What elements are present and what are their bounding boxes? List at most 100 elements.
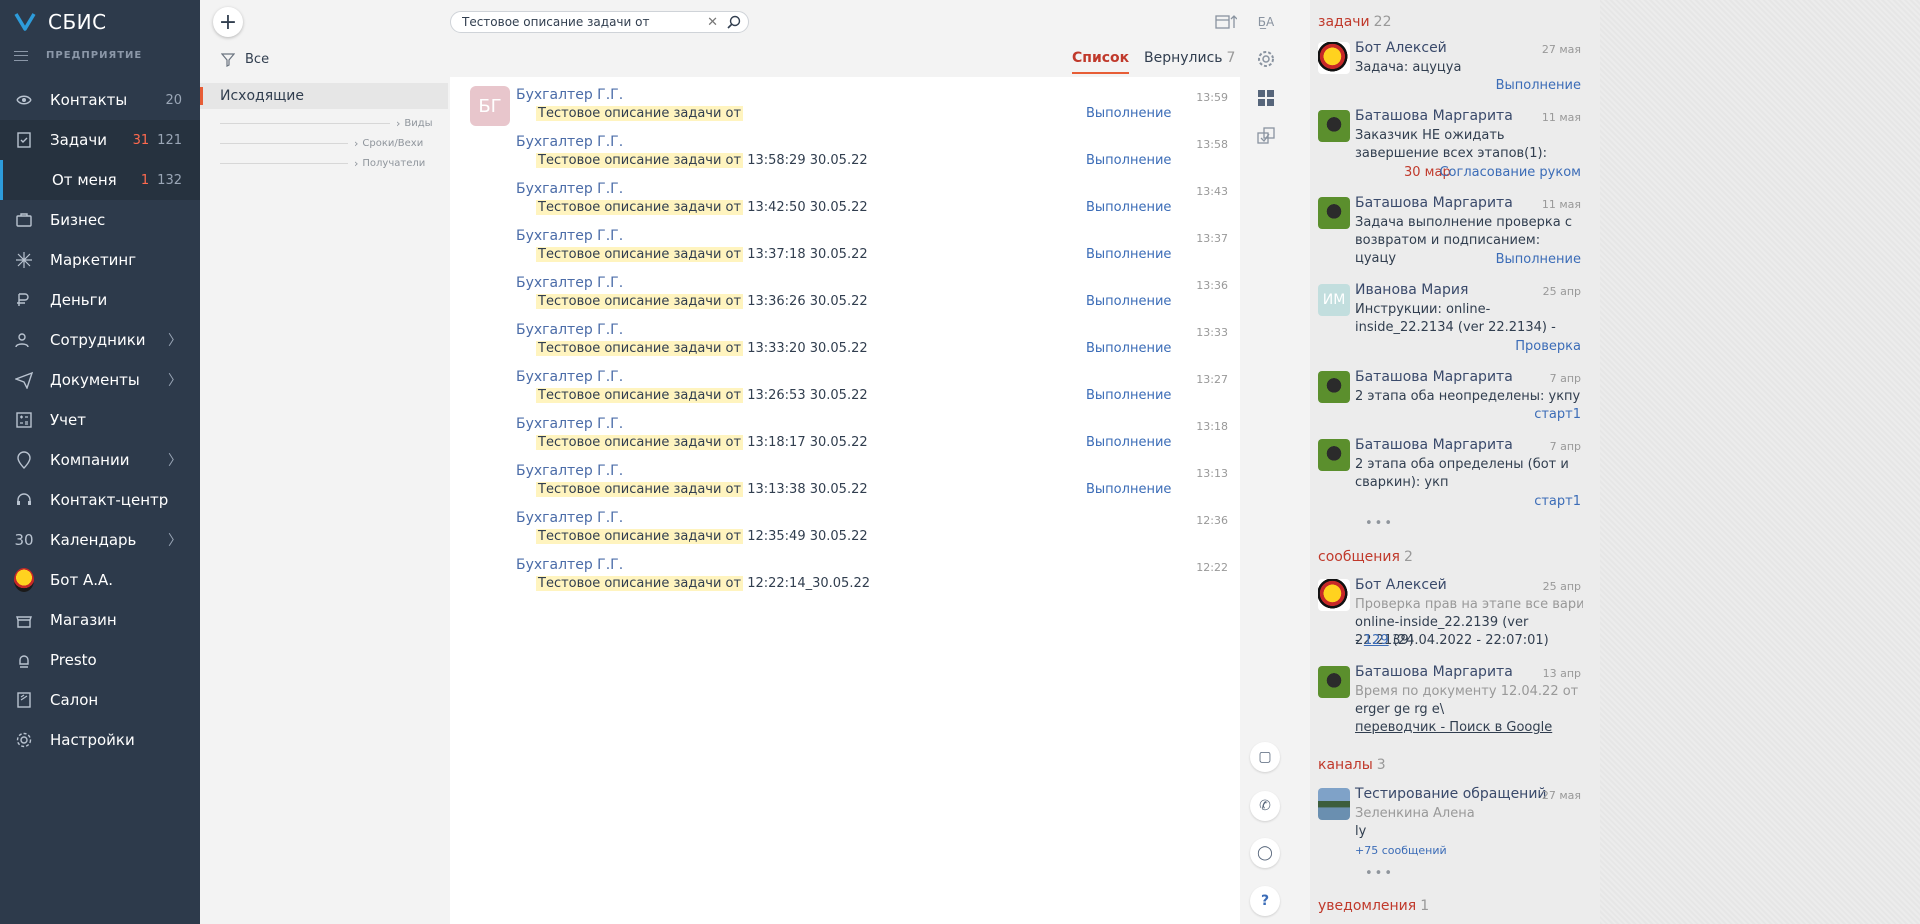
chevron-right-icon[interactable]: 〉 xyxy=(168,370,182,390)
nav-item-documents[interactable]: Документы 〉 xyxy=(0,360,200,400)
item-status[interactable]: Выполнение xyxy=(1496,252,1581,267)
section-messages-header[interactable]: сообщения 2 xyxy=(1318,549,1413,565)
tree-item-recipients[interactable]: › Получатели xyxy=(220,154,425,172)
task-author[interactable]: Бухгалтер Г.Г. xyxy=(516,369,623,385)
nav-item-accounting[interactable]: Учет xyxy=(0,400,200,440)
item-status[interactable]: Проверка xyxy=(1515,339,1581,354)
phone-button[interactable]: ✆ xyxy=(1250,791,1280,821)
nav-item-shop[interactable]: Магазин xyxy=(0,600,200,640)
chevron-right-icon[interactable]: 〉 xyxy=(168,330,182,350)
message-link[interactable]: 129 xyxy=(1364,633,1389,648)
task-row[interactable]: Бухгалтер Г.Г. Тестовое описание задачи о… xyxy=(450,265,1240,312)
linked-tasks-icon[interactable] xyxy=(1254,124,1278,148)
nav-label: Настройки xyxy=(50,731,135,749)
nav-item-presto[interactable]: Presto xyxy=(0,640,200,680)
nav-item-companies[interactable]: Компании 〉 xyxy=(0,440,200,480)
tree-item-deadlines[interactable]: › Сроки/Вехи xyxy=(220,134,423,152)
task-row[interactable]: Бухгалтер Г.Г. Тестовое описание задачи о… xyxy=(450,171,1240,218)
task-status[interactable]: Выполнение xyxy=(1086,435,1171,450)
tiles-icon[interactable] xyxy=(1254,86,1278,110)
nav-item-salon[interactable]: Салон xyxy=(0,680,200,720)
nav-item-bot[interactable]: Бот А.А. xyxy=(0,560,200,600)
menu-icon[interactable] xyxy=(14,50,28,61)
tab-list[interactable]: Список xyxy=(1072,50,1130,74)
search-icon[interactable] xyxy=(727,15,741,29)
task-description: Тестовое описание задачи от xyxy=(536,106,744,121)
chevron-right-icon[interactable]: 〉 xyxy=(168,450,182,470)
add-task-button[interactable]: + xyxy=(213,7,243,37)
task-row[interactable]: Бухгалтер Г.Г. Тестовое описание задачи о… xyxy=(450,453,1240,500)
task-description: Тестовое описание задачи от 13:26:53 30.… xyxy=(536,388,868,403)
more-messages-link[interactable]: +75 сообщений xyxy=(1355,842,1583,860)
task-author[interactable]: Бухгалтер Г.Г. xyxy=(516,181,623,197)
task-author[interactable]: Бухгалтер Г.Г. xyxy=(516,510,623,526)
task-status[interactable]: Выполнение xyxy=(1086,153,1171,168)
nav-item-business[interactable]: Бизнес xyxy=(0,200,200,240)
task-author[interactable]: Бухгалтер Г.Г. xyxy=(516,134,623,150)
folder-outgoing[interactable]: Исходящие xyxy=(200,83,448,109)
item-date: 7 апр xyxy=(1549,372,1581,385)
task-status[interactable]: Выполнение xyxy=(1086,482,1171,497)
item-status[interactable]: Выполнение xyxy=(1496,78,1581,93)
section-notifications-header[interactable]: уведомления 1 xyxy=(1318,898,1429,914)
task-row[interactable]: Бухгалтер Г.Г. Тестовое описание задачи о… xyxy=(450,406,1240,453)
task-author[interactable]: Бухгалтер Г.Г. xyxy=(516,557,623,573)
more-tasks-dots[interactable]: ••• xyxy=(1365,516,1394,531)
more-channels-dots[interactable]: ••• xyxy=(1365,866,1394,881)
search-box[interactable]: ✕ xyxy=(450,11,749,33)
section-channels-header[interactable]: каналы 3 xyxy=(1318,757,1386,773)
nav-item-tasks[interactable]: Задачи 31 121 xyxy=(0,120,200,160)
task-status[interactable]: Выполнение xyxy=(1086,200,1171,215)
company-switcher[interactable]: ПРЕДПРИЯТИЕ xyxy=(14,50,142,61)
help-button[interactable]: ? xyxy=(1250,886,1280,916)
task-row[interactable]: Бухгалтер Г.Г. Тестовое описание задачи о… xyxy=(450,547,1240,594)
task-status[interactable]: Выполнение xyxy=(1086,247,1171,262)
clear-icon[interactable]: ✕ xyxy=(707,15,718,30)
item-status[interactable]: старт1 xyxy=(1534,407,1581,422)
task-author[interactable]: Бухгалтер Г.Г. xyxy=(516,322,623,338)
nav-item-employees[interactable]: Сотрудники 〉 xyxy=(0,320,200,360)
note-button[interactable]: ▢ xyxy=(1250,742,1280,772)
chat-button[interactable]: ◯ xyxy=(1250,838,1280,868)
task-author[interactable]: Бухгалтер Г.Г. xyxy=(516,416,623,432)
nav-item-from-me[interactable]: От меня 1 132 xyxy=(0,160,200,200)
task-row[interactable]: Бухгалтер Г.Г. Тестовое описание задачи о… xyxy=(450,124,1240,171)
gear-icon[interactable] xyxy=(1254,47,1278,71)
task-status[interactable]: Выполнение xyxy=(1086,294,1171,309)
message-preview: Время по документу 12.04.22 от Бат xyxy=(1355,684,1583,699)
nav-item-marketing[interactable]: Маркетинг xyxy=(0,240,200,280)
nav-item-settings[interactable]: Настройки xyxy=(0,720,200,760)
search-input[interactable] xyxy=(462,15,682,29)
message-link[interactable]: переводчик - Поиск в Google xyxy=(1355,719,1583,737)
task-status[interactable]: Выполнение xyxy=(1086,341,1171,356)
task-description: Тестовое описание задачи от 13:33:20 30.… xyxy=(536,341,868,356)
task-row[interactable]: Бухгалтер Г.Г. Тестовое описание задачи о… xyxy=(450,359,1240,406)
chevron-right-icon[interactable]: 〉 xyxy=(168,530,182,550)
nav-item-calendar[interactable]: 30 Календарь 〉 xyxy=(0,520,200,560)
task-row[interactable]: Бухгалтер Г.Г. Тестовое описание задачи о… xyxy=(450,218,1240,265)
task-status[interactable]: Выполнение xyxy=(1086,106,1171,121)
logo[interactable]: СБИС xyxy=(14,10,107,34)
calendar-sort-icon[interactable] xyxy=(1214,10,1238,34)
nav-item-money[interactable]: Деньги xyxy=(0,280,200,320)
message-text-part: (24.04.2022 - 22:07:01) xyxy=(1388,633,1549,648)
nav-item-contacts[interactable]: Контакты 20 xyxy=(0,80,200,120)
item-status[interactable]: старт1 xyxy=(1534,494,1581,509)
task-author[interactable]: Бухгалтер Г.Г. xyxy=(516,275,623,291)
tree-item-types[interactable]: › Виды xyxy=(220,114,433,132)
alphabet-sort-icon[interactable]: Б̲А xyxy=(1254,10,1278,34)
task-row[interactable]: Бухгалтер Г.Г. Тестовое описание задачи о… xyxy=(450,312,1240,359)
tab-returned[interactable]: Вернулись 7 xyxy=(1144,50,1235,66)
search-highlight: Тестовое описание задачи от xyxy=(536,482,744,497)
section-tasks-header[interactable]: задачи 22 xyxy=(1318,14,1391,30)
task-row[interactable]: БГ Бухгалтер Г.Г. Тестовое описание задачи… xyxy=(450,77,1240,126)
filter-all[interactable]: Все xyxy=(221,52,269,67)
task-row[interactable]: Бухгалтер Г.Г. Тестовое описание задачи о… xyxy=(450,500,1240,547)
task-author[interactable]: Бухгалтер Г.Г. xyxy=(516,463,623,479)
task-author[interactable]: Бухгалтер Г.Г. xyxy=(516,87,623,103)
task-status[interactable]: Выполнение xyxy=(1086,388,1171,403)
item-status[interactable]: Согласование руком xyxy=(1439,165,1581,180)
tree-label: Получатели xyxy=(362,157,426,169)
task-author[interactable]: Бухгалтер Г.Г. xyxy=(516,228,623,244)
nav-item-contact-center[interactable]: Контакт-центр xyxy=(0,480,200,520)
